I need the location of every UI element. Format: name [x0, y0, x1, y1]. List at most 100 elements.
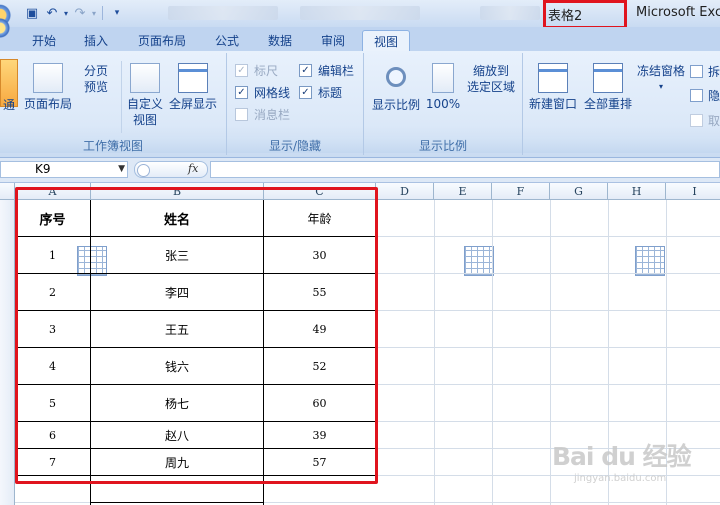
ribbon: 通 页面布局 分页 预览 自定义 视图 全屏显示 工作簿视图 ✓ 标尺 ✓ 网格线	[0, 51, 720, 276]
group-show-hide: ✓ 标尺 ✓ 网格线 消息栏 ✓ 编辑栏 ✓ 标题 显示/隐藏	[227, 53, 364, 155]
split-label: 拆	[708, 65, 720, 79]
hide-button[interactable]: 隐	[690, 87, 720, 104]
table-border	[91, 502, 264, 503]
tab-page-layout[interactable]: 页面布局	[132, 30, 192, 51]
chevron-down-icon[interactable]: ▼	[118, 162, 125, 177]
custom-views-label-2: 视图	[132, 113, 157, 127]
redo-dropdown-icon[interactable]: ▾	[90, 4, 98, 22]
normal-view-button[interactable]: 通	[0, 59, 18, 113]
tab-data[interactable]: 数据	[259, 30, 301, 51]
column-header-e[interactable]: E	[434, 183, 492, 200]
column-header-g[interactable]: G	[550, 183, 608, 200]
blurred-taskbar-item	[480, 6, 540, 20]
arrange-all-button[interactable]: 全部重排	[581, 63, 635, 112]
expand-circle-icon[interactable]	[137, 164, 150, 177]
checkmark-icon: ✓	[299, 64, 312, 77]
name-box[interactable]: K9 ▼	[0, 161, 128, 178]
message-bar-checkbox[interactable]: 消息栏	[235, 106, 290, 123]
formula-bar-label: 编辑栏	[318, 64, 355, 78]
checkmark-icon: ✓	[299, 86, 312, 99]
gridlines-label: 网格线	[254, 86, 291, 100]
hide-label: 隐	[708, 89, 720, 103]
tab-formulas[interactable]: 公式	[206, 30, 248, 51]
column-header-d[interactable]: D	[376, 183, 434, 200]
page-break-preview-label-1: 分页	[83, 64, 108, 78]
app-title: Microsoft Exce	[636, 5, 720, 20]
freeze-panes-button[interactable]: 冻结窗格 ▾	[635, 63, 687, 276]
new-window-label: 新建窗口	[528, 97, 577, 111]
checkmark-icon: ✓	[235, 64, 248, 77]
show-hide-group-label: 显示/隐藏	[227, 137, 363, 153]
zoom-100-icon	[432, 63, 454, 93]
views-separator	[121, 61, 122, 133]
unhide-button[interactable]: 取	[690, 112, 720, 129]
column-header-i[interactable]: I	[666, 183, 720, 200]
page-break-preview-button[interactable]: 分页 预览	[77, 63, 115, 276]
table-highlight-box	[15, 187, 378, 484]
full-screen-label: 全屏显示	[168, 97, 217, 111]
custom-views-button[interactable]: 自定义 视图	[124, 63, 166, 128]
gridline	[550, 200, 551, 505]
blurred-taskbar-item	[300, 6, 420, 20]
arrange-all-label: 全部重排	[583, 97, 632, 111]
title-highlight-box	[543, 0, 627, 29]
magnifier-icon	[386, 67, 406, 87]
checkbox-empty	[235, 108, 248, 121]
ruler-checkbox[interactable]: ✓ 标尺	[235, 62, 278, 79]
zoom-to-selection-label-2: 选定区域	[466, 80, 515, 94]
undo-dropdown-icon[interactable]: ▾	[62, 4, 70, 22]
save-icon[interactable]: ▣	[22, 4, 42, 22]
undo-icon[interactable]: ↶	[42, 4, 62, 22]
group-workbook-views: 通 页面布局 分页 预览 自定义 视图 全屏显示 工作簿视图	[0, 53, 227, 276]
page-layout-view-button[interactable]: 页面布局	[22, 63, 74, 112]
zoom-to-selection-button[interactable]: 缩放到 选定区域	[464, 63, 518, 276]
tab-insert[interactable]: 插入	[76, 30, 116, 51]
full-screen-icon	[178, 63, 208, 93]
freeze-panes-label: 冻结窗格	[636, 64, 685, 78]
checkmark-icon: ✓	[235, 86, 248, 99]
window-group-label	[523, 137, 720, 153]
full-screen-button[interactable]: 全屏显示	[166, 63, 220, 112]
watermark-url: jingyan.baidu.com	[574, 473, 667, 484]
insert-function-icon[interactable]: fx	[188, 162, 198, 175]
row-headers[interactable]	[0, 200, 15, 505]
name-box-value: K9	[35, 162, 51, 176]
new-window-button[interactable]: 新建窗口	[527, 63, 579, 112]
split-button[interactable]: 拆	[690, 63, 720, 80]
arrange-all-icon	[593, 63, 623, 93]
gridlines-checkbox[interactable]: ✓ 网格线	[235, 84, 290, 101]
redo-icon[interactable]: ↷	[70, 4, 90, 22]
headings-checkbox[interactable]: ✓ 标题	[299, 84, 342, 101]
tab-review[interactable]: 审阅	[311, 30, 355, 51]
tab-home[interactable]: 开始	[24, 30, 64, 51]
formula-input[interactable]	[210, 161, 720, 178]
tab-view[interactable]: 视图	[362, 30, 410, 52]
title-bar: ▣ ↶ ▾ ↷ ▾ ▾ 表格2 Microsoft Exce	[0, 0, 720, 29]
zoom-100-button[interactable]: 100%	[424, 63, 462, 112]
formula-bar-checkbox[interactable]: ✓ 编辑栏	[299, 62, 354, 79]
gridline	[492, 200, 493, 505]
normal-view-label: 通	[2, 98, 15, 112]
page-layout-icon	[33, 63, 63, 93]
select-all-corner[interactable]	[0, 183, 15, 200]
gridline	[434, 200, 435, 505]
zoom-group-label: 显示比例	[364, 137, 522, 153]
group-zoom: 显示比例 100% 缩放到 选定区域 显示比例	[364, 53, 523, 276]
customize-qat-icon[interactable]: ▾	[107, 4, 127, 22]
qat-separator	[102, 6, 103, 20]
zoom-button[interactable]: 显示比例	[370, 63, 422, 113]
workbook-views-group-label: 工作簿视图	[0, 137, 226, 153]
hide-icon	[690, 89, 703, 102]
custom-views-label-1: 自定义	[126, 97, 163, 111]
watermark-brand: Bai du 经验	[552, 442, 692, 471]
unhide-icon	[690, 114, 703, 127]
headings-label: 标题	[318, 86, 343, 100]
zoom-to-selection-label-1: 缩放到	[472, 64, 509, 78]
ribbon-tabs: 开始 插入 页面布局 公式 数据 审阅 视图	[0, 27, 720, 52]
office-orb-icon[interactable]	[0, 15, 10, 41]
zoom-label: 显示比例	[371, 98, 420, 112]
chevron-down-icon: ▾	[658, 82, 663, 91]
column-header-h[interactable]: H	[608, 183, 666, 200]
new-window-icon	[538, 63, 568, 93]
column-header-f[interactable]: F	[492, 183, 550, 200]
